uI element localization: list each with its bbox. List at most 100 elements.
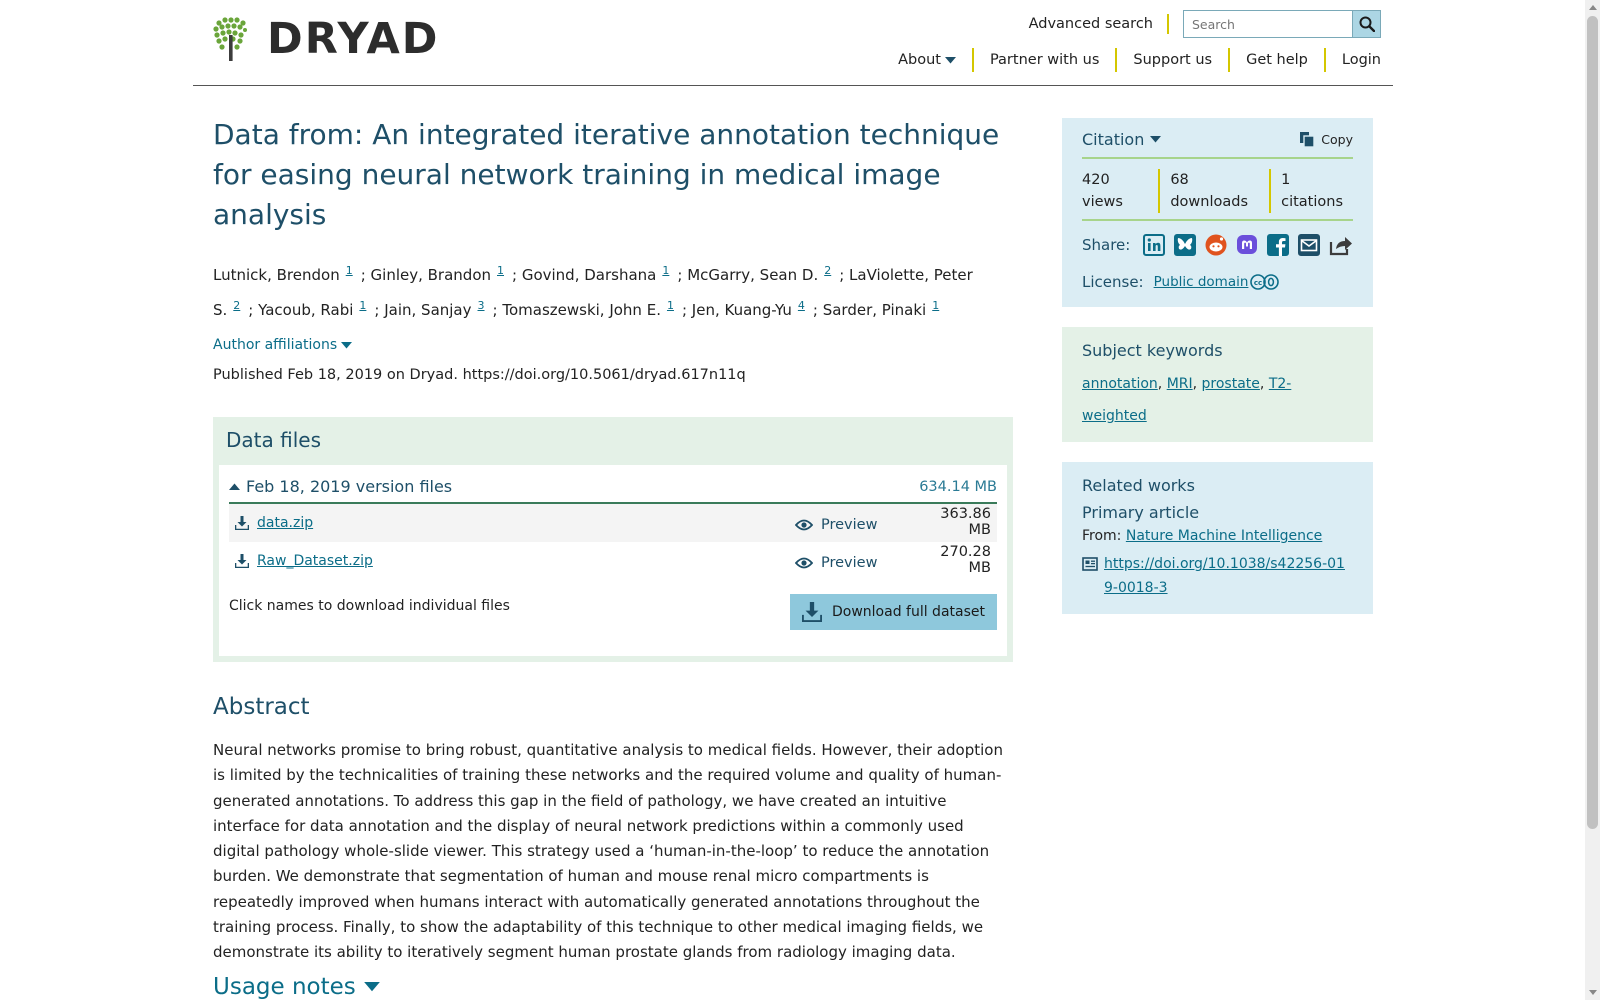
email-icon[interactable] xyxy=(1298,233,1321,257)
related-doi-link[interactable]: https://doi.org/10.1038/s42256-019-0018-… xyxy=(1104,552,1353,600)
preview-button[interactable]: Preview xyxy=(795,517,915,533)
affiliation-ref[interactable]: 1 xyxy=(497,264,504,277)
views-label: views xyxy=(1082,194,1123,210)
file-name-cell: data.zip xyxy=(235,515,795,531)
nav-support[interactable]: Support us xyxy=(1115,48,1228,72)
affiliation-ref[interactable]: 4 xyxy=(798,299,805,312)
downloads-count: 68 xyxy=(1170,172,1189,188)
search-icon xyxy=(1359,16,1375,32)
keyword-link[interactable]: annotation xyxy=(1082,376,1158,392)
subject-keywords-panel: Subject keywords annotation, MRI, prosta… xyxy=(1062,327,1373,442)
affiliation-ref[interactable]: 1 xyxy=(359,299,366,312)
affiliation-ref[interactable]: 1 xyxy=(346,264,353,277)
search-button[interactable] xyxy=(1353,10,1381,38)
search-input[interactable] xyxy=(1183,10,1353,38)
keyword-link[interactable]: MRI xyxy=(1167,376,1193,392)
utility-bar: Advanced search xyxy=(1029,10,1381,38)
chevron-up-icon xyxy=(229,483,240,490)
primary-article-label: Primary article xyxy=(1082,503,1200,522)
cc-zero-icon: cc xyxy=(1250,274,1280,290)
citation-header: Citation Copy xyxy=(1082,130,1353,159)
affiliation-ref[interactable]: 1 xyxy=(662,264,669,277)
author-list: Lutnick, Brendon 1; Ginley, Brandon 1; Gov… xyxy=(213,264,973,319)
views-metric: 420 views xyxy=(1082,169,1158,213)
reddit-icon[interactable] xyxy=(1205,233,1228,257)
download-full-dataset-label: Download full dataset xyxy=(831,604,985,620)
data-files-heading: Data files xyxy=(226,428,321,452)
abstract-heading: Abstract xyxy=(213,694,310,720)
author-name: Ginley, Brandon xyxy=(370,266,491,284)
download-full-dataset-button[interactable]: Download full dataset xyxy=(789,594,997,630)
version-header[interactable]: Feb 18, 2019 version files 634.14 MB xyxy=(229,477,997,504)
dryad-logo[interactable]: DRYAD xyxy=(213,17,439,61)
keywords-heading: Subject keywords xyxy=(1082,341,1223,360)
linkedin-icon[interactable] xyxy=(1142,233,1165,257)
author-affiliations-toggle[interactable]: Author affiliations xyxy=(213,337,1013,353)
citations-metric: 1 citations xyxy=(1269,169,1353,213)
affiliation-ref[interactable]: 1 xyxy=(667,299,674,312)
copy-citation-button[interactable]: Copy xyxy=(1299,131,1353,148)
related-works-heading: Related works xyxy=(1082,476,1195,495)
affiliation-ref[interactable]: 2 xyxy=(824,264,831,277)
page-scrollbar[interactable] xyxy=(1585,0,1600,1000)
file-download-link[interactable]: data.zip xyxy=(257,515,313,531)
download-bar: Click names to download individual files… xyxy=(229,594,997,630)
data-files-panel: Data files Feb 18, 2019 version files 63… xyxy=(213,417,1013,662)
abstract-text: Neural networks promise to bring robust,… xyxy=(213,741,1003,962)
chevron-down-icon xyxy=(341,341,353,348)
nav-login[interactable]: Login xyxy=(1323,48,1381,72)
preview-button[interactable]: Preview xyxy=(795,555,915,571)
preview-label: Preview xyxy=(821,516,878,533)
mastodon-icon[interactable] xyxy=(1236,233,1259,257)
version-toggle[interactable]: Feb 18, 2019 version files xyxy=(229,477,452,496)
author-name: Yacoub, Rabi xyxy=(258,301,354,319)
metrics-row: 420 views 68 downloads 1 citations xyxy=(1082,169,1353,221)
related-works-panel: Related works Primary article From: Natu… xyxy=(1062,462,1373,614)
license-row: License: Public domain cc xyxy=(1082,273,1353,291)
advanced-search-link[interactable]: Advanced search xyxy=(1029,14,1169,34)
affiliation-ref[interactable]: 3 xyxy=(478,299,485,312)
keyword-link[interactable]: prostate xyxy=(1202,376,1260,392)
version-label: Feb 18, 2019 version files xyxy=(246,477,453,496)
downloads-label: downloads xyxy=(1170,194,1248,210)
affiliation-ref[interactable]: 1 xyxy=(932,299,939,312)
download-icon xyxy=(235,516,249,530)
nav-help[interactable]: Get help xyxy=(1228,48,1324,72)
facebook-icon[interactable] xyxy=(1267,233,1290,257)
author-name: Jen, Kuang-Yu xyxy=(691,301,792,319)
chevron-down-icon xyxy=(363,982,380,992)
sidebar: Citation Copy 420 views 68 downloads 1 c… xyxy=(1062,118,1373,614)
copy-icon xyxy=(1300,132,1315,148)
eye-icon xyxy=(795,519,813,530)
scrollbar-thumb[interactable] xyxy=(1587,16,1598,829)
citations-count: 1 xyxy=(1281,172,1291,188)
search-form xyxy=(1183,10,1381,38)
citation-toggle[interactable]: Citation xyxy=(1082,130,1162,149)
download-icon xyxy=(235,554,249,568)
preview-label: Preview xyxy=(821,554,878,571)
journal-link[interactable]: Nature Machine Intelligence xyxy=(1126,528,1322,544)
affiliation-ref[interactable]: 2 xyxy=(233,299,240,312)
file-size: 270.28 MB xyxy=(940,544,991,576)
usage-notes-heading: Usage notes xyxy=(213,974,356,1000)
file-download-link[interactable]: Raw_Dataset.zip xyxy=(257,553,373,569)
author-name: Sarder, Pinaki xyxy=(822,301,927,319)
file-row: Raw_Dataset.zip Preview 270.28 MB xyxy=(229,542,997,580)
scroll-down-arrow[interactable] xyxy=(1589,990,1597,995)
share-icon[interactable] xyxy=(1329,233,1353,257)
author-name: Jain, Sanjay xyxy=(384,301,472,319)
scroll-up-arrow[interactable] xyxy=(1589,5,1597,10)
license-link[interactable]: Public domain xyxy=(1154,274,1249,290)
eye-icon xyxy=(795,557,813,568)
nav-about[interactable]: About xyxy=(898,48,972,72)
citation-label: Citation xyxy=(1082,130,1145,149)
nav-partner[interactable]: Partner with us xyxy=(971,48,1115,72)
bluesky-icon[interactable] xyxy=(1173,233,1196,257)
tree-logo-icon xyxy=(213,17,247,61)
citations-label: citations xyxy=(1281,194,1343,210)
dataset-title: Data from: An integrated iterative annot… xyxy=(213,118,1000,231)
usage-notes-toggle[interactable]: Usage notes xyxy=(213,972,380,1002)
views-count: 420 xyxy=(1082,172,1110,188)
author-name: Tomaszewski, John E. xyxy=(502,301,661,319)
version-size: 634.14 MB xyxy=(919,478,997,495)
